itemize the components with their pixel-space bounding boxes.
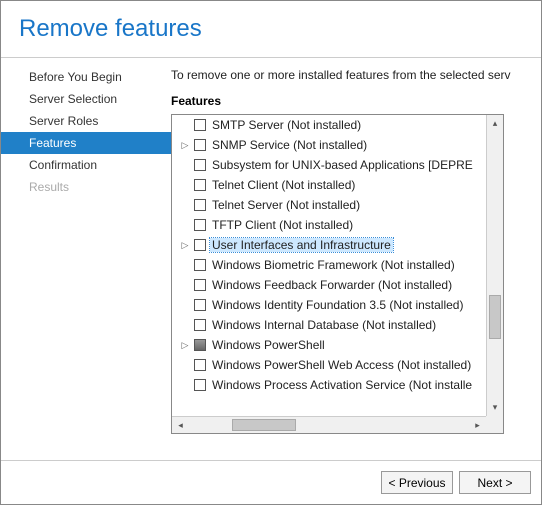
content-container: Before You BeginServer SelectionServer R… xyxy=(1,58,541,458)
feature-checkbox[interactable] xyxy=(194,339,206,351)
feature-label: Telnet Server (Not installed) xyxy=(210,198,362,212)
feature-label: User Interfaces and Infrastructure xyxy=(210,238,393,252)
feature-label: SNMP Service (Not installed) xyxy=(210,138,369,152)
feature-row[interactable]: ▷Windows Identity Foundation 3.5 (Not in… xyxy=(172,295,486,315)
feature-label: Windows Internal Database (Not installed… xyxy=(210,318,438,332)
feature-row[interactable]: ▷Windows Process Activation Service (Not… xyxy=(172,375,486,395)
feature-checkbox[interactable] xyxy=(194,179,206,191)
feature-checkbox[interactable] xyxy=(194,279,206,291)
feature-row[interactable]: ▷ User Interfaces and Infrastructure xyxy=(172,235,486,255)
expander-icon[interactable]: ▷ xyxy=(180,340,190,351)
feature-checkbox[interactable] xyxy=(194,259,206,271)
feature-label: Windows Process Activation Service (Not … xyxy=(210,378,474,392)
feature-checkbox[interactable] xyxy=(194,359,206,371)
feature-label: Windows PowerShell Web Access (Not insta… xyxy=(210,358,473,372)
expander-icon[interactable]: ▷ xyxy=(180,140,190,151)
feature-label: Windows Biometric Framework (Not install… xyxy=(210,258,457,272)
feature-label: TFTP Client (Not installed) xyxy=(210,218,355,232)
feature-checkbox[interactable] xyxy=(194,219,206,231)
feature-label: SMTP Server (Not installed) xyxy=(210,118,363,132)
previous-button[interactable]: < Previous xyxy=(381,471,453,494)
horizontal-scrollbar[interactable]: ◂ ▸ xyxy=(172,416,486,433)
feature-row[interactable]: ▷Windows Biometric Framework (Not instal… xyxy=(172,255,486,275)
feature-label: Telnet Client (Not installed) xyxy=(210,178,357,192)
scroll-corner xyxy=(486,416,503,433)
horizontal-scroll-thumb[interactable] xyxy=(232,419,296,431)
scroll-right-icon[interactable]: ▸ xyxy=(469,417,486,434)
feature-row[interactable]: ▷Windows Feedback Forwarder (Not install… xyxy=(172,275,486,295)
features-listbox: ▷SMTP Server (Not installed)▷SNMP Servic… xyxy=(171,114,504,434)
sidebar-item-server-selection[interactable]: Server Selection xyxy=(1,88,171,110)
feature-checkbox[interactable] xyxy=(194,119,206,131)
feature-label: Windows PowerShell xyxy=(210,338,327,352)
expander-icon[interactable]: ▷ xyxy=(180,240,190,251)
feature-checkbox[interactable] xyxy=(194,319,206,331)
feature-row[interactable]: ▷TFTP Client (Not installed) xyxy=(172,215,486,235)
instruction-text: To remove one or more installed features… xyxy=(171,68,541,82)
feature-checkbox[interactable] xyxy=(194,199,206,211)
next-button[interactable]: Next > xyxy=(459,471,531,494)
scroll-up-icon[interactable]: ▴ xyxy=(487,115,503,132)
feature-label: Windows Feedback Forwarder (Not installe… xyxy=(210,278,454,292)
feature-row[interactable]: ▷ SNMP Service (Not installed) xyxy=(172,135,486,155)
vertical-scrollbar[interactable]: ▴ ▾ xyxy=(486,115,503,416)
feature-row[interactable]: ▷ Windows PowerShell xyxy=(172,335,486,355)
features-label: Features xyxy=(171,94,541,108)
features-list[interactable]: ▷SMTP Server (Not installed)▷SNMP Servic… xyxy=(172,115,486,416)
sidebar-item-server-roles[interactable]: Server Roles xyxy=(1,110,171,132)
sidebar-item-confirmation[interactable]: Confirmation xyxy=(1,154,171,176)
feature-row[interactable]: ▷Telnet Server (Not installed) xyxy=(172,195,486,215)
feature-checkbox[interactable] xyxy=(194,379,206,391)
feature-checkbox[interactable] xyxy=(194,159,206,171)
scroll-left-icon[interactable]: ◂ xyxy=(172,417,189,434)
feature-checkbox[interactable] xyxy=(194,239,206,251)
feature-label: Windows Identity Foundation 3.5 (Not ins… xyxy=(210,298,465,312)
sidebar-item-results: Results xyxy=(1,176,171,198)
feature-label: Subsystem for UNIX-based Applications [D… xyxy=(210,158,475,172)
feature-checkbox[interactable] xyxy=(194,139,206,151)
footer: < Previous Next > xyxy=(1,460,541,504)
page-title: Remove features xyxy=(19,15,523,43)
feature-row[interactable]: ▷Subsystem for UNIX-based Applications [… xyxy=(172,155,486,175)
feature-row[interactable]: ▷Telnet Client (Not installed) xyxy=(172,175,486,195)
scroll-down-icon[interactable]: ▾ xyxy=(487,399,503,416)
vertical-scroll-thumb[interactable] xyxy=(489,295,501,339)
sidebar: Before You BeginServer SelectionServer R… xyxy=(1,58,171,458)
header: Remove features xyxy=(1,1,541,51)
feature-row[interactable]: ▷Windows Internal Database (Not installe… xyxy=(172,315,486,335)
sidebar-item-features[interactable]: Features xyxy=(1,132,171,154)
feature-checkbox[interactable] xyxy=(194,299,206,311)
sidebar-item-before-you-begin[interactable]: Before You Begin xyxy=(1,66,171,88)
main-panel: To remove one or more installed features… xyxy=(171,58,541,458)
feature-row[interactable]: ▷Windows PowerShell Web Access (Not inst… xyxy=(172,355,486,375)
feature-row[interactable]: ▷SMTP Server (Not installed) xyxy=(172,115,486,135)
